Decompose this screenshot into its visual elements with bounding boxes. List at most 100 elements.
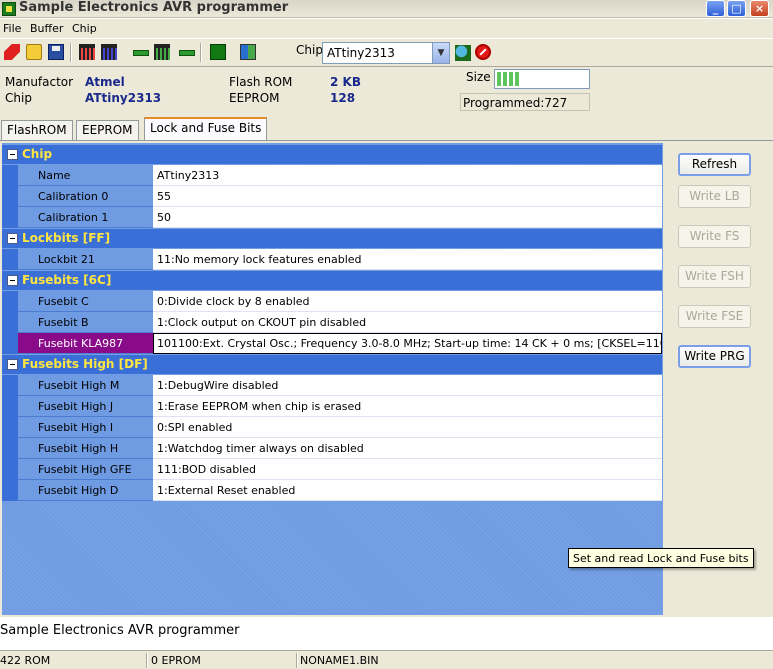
group-header-fusebits-high[interactable]: Fusebits High [DF] xyxy=(2,355,662,374)
app-icon xyxy=(2,2,16,16)
status-rom: 422 ROM xyxy=(0,654,51,667)
write-fse-button[interactable]: Write FSE xyxy=(678,305,751,328)
status-file: NONAME1.BIN xyxy=(300,654,379,667)
window-title: Sample Electronics AVR programmer xyxy=(19,0,289,15)
chip-label: Chip xyxy=(5,91,32,105)
group-title: Fusebits [6C] xyxy=(22,273,112,287)
eeprom-value: 128 xyxy=(330,91,356,105)
table-row[interactable]: Lockbit 21 11:No memory lock features en… xyxy=(2,249,662,270)
title-bar[interactable]: Sample Electronics AVR programmer _ □ × xyxy=(0,0,773,18)
write-prg-button[interactable]: Write PRG xyxy=(678,345,751,368)
table-row[interactable]: Fusebit C 0:Divide clock by 8 enabled xyxy=(2,291,662,312)
table-row[interactable]: Fusebit B 1:Clock output on CKOUT pin di… xyxy=(2,312,662,333)
eeprom-label: EEPROM xyxy=(229,91,280,105)
size-progress-bar xyxy=(494,69,590,89)
book-icon[interactable] xyxy=(240,44,256,60)
table-row[interactable]: Calibration 0 55 xyxy=(2,186,662,207)
row-value[interactable]: 1:Erase EEPROM when chip is erased xyxy=(153,396,662,417)
row-name: Lockbit 21 xyxy=(18,249,153,270)
menu-file[interactable]: File xyxy=(3,22,21,35)
small-chip-icon[interactable] xyxy=(133,50,149,56)
table-row[interactable]: Fusebit High I 0:SPI enabled xyxy=(2,417,662,438)
read-chip-icon[interactable] xyxy=(79,44,95,60)
row-value[interactable]: 55 xyxy=(153,186,662,207)
write-lb-button[interactable]: Write LB xyxy=(678,185,751,208)
group-header-lockbits[interactable]: Lockbits [FF] xyxy=(2,229,662,248)
collapse-icon[interactable] xyxy=(7,233,18,244)
row-value[interactable]: 0:SPI enabled xyxy=(153,417,662,438)
row-name: Fusebit B xyxy=(18,312,153,333)
maximize-button[interactable]: □ xyxy=(727,0,746,17)
group-header-chip[interactable]: Chip xyxy=(2,145,662,164)
manufactor-label: Manufactor xyxy=(5,75,74,89)
programmed-count: Programmed:727 xyxy=(460,93,590,111)
group-title: Lockbits [FF] xyxy=(22,231,111,245)
write-chip-icon[interactable] xyxy=(101,44,117,60)
flash-rom-value: 2 KB xyxy=(330,75,361,89)
probe-icon[interactable] xyxy=(455,45,471,61)
row-value[interactable]: 1:External Reset enabled xyxy=(153,480,662,501)
row-value[interactable]: 101100:Ext. Crystal Osc.; Frequency 3.0-… xyxy=(153,333,662,354)
close-button[interactable]: × xyxy=(750,0,769,17)
table-row[interactable]: Calibration 1 50 xyxy=(2,207,662,228)
table-row-selected[interactable]: Fusebit KLA987 101100:Ext. Crystal Osc.;… xyxy=(2,333,662,354)
row-name: Fusebit C xyxy=(18,291,153,312)
table-row[interactable]: Fusebit High J 1:Erase EEPROM when chip … xyxy=(2,396,662,417)
collapse-icon[interactable] xyxy=(7,275,18,286)
row-value[interactable]: 1:DebugWire disabled xyxy=(153,375,662,396)
collapse-icon[interactable] xyxy=(7,149,18,160)
menu-chip[interactable]: Chip xyxy=(72,22,97,35)
row-name: Fusebit High D xyxy=(18,480,153,501)
row-value[interactable]: 111:BOD disabled xyxy=(153,459,662,480)
table-row[interactable]: Fusebit High D 1:External Reset enabled xyxy=(2,480,662,501)
tab-bar: FlashROM EEPROM Lock and Fuse Bits xyxy=(0,117,773,140)
group-title: Fusebits High [DF] xyxy=(22,357,148,371)
status-eprom: 0 EPROM xyxy=(151,654,201,667)
row-value[interactable]: 0:Divide clock by 8 enabled xyxy=(153,291,662,312)
row-name: Fusebit High I xyxy=(18,417,153,438)
status-bar: 422 ROM 0 EPROM NONAME1.BIN xyxy=(0,650,773,669)
row-value[interactable]: 50 xyxy=(153,207,662,228)
toolbar-separator xyxy=(70,43,72,62)
group-header-fusebits[interactable]: Fusebits [6C] xyxy=(2,271,662,290)
chevron-down-icon[interactable]: ▼ xyxy=(432,43,449,63)
row-name: Fusebit High J xyxy=(18,396,153,417)
status-message: Sample Electronics AVR programmer xyxy=(0,623,240,638)
refresh-button[interactable]: Refresh xyxy=(678,153,751,176)
toolbar-separator xyxy=(200,43,202,62)
menu-buffer[interactable]: Buffer xyxy=(30,22,63,35)
tab-eeprom[interactable]: EEPROM xyxy=(76,120,139,140)
row-name: Calibration 1 xyxy=(18,207,153,228)
row-value[interactable]: 1:Clock output on CKOUT pin disabled xyxy=(153,312,662,333)
minimize-button[interactable]: _ xyxy=(706,0,725,17)
stop-icon[interactable] xyxy=(475,44,491,60)
write-fs-button[interactable]: Write FS xyxy=(678,225,751,248)
row-name: Fusebit KLA987 xyxy=(18,333,153,354)
table-row[interactable]: Fusebit High H 1:Watchdog timer always o… xyxy=(2,438,662,459)
row-value[interactable]: 11:No memory lock features enabled xyxy=(153,249,662,270)
table-row[interactable]: Fusebit High M 1:DebugWire disabled xyxy=(2,375,662,396)
table-row[interactable]: Fusebit High GFE 111:BOD disabled xyxy=(2,459,662,480)
tab-lock-fuse-bits[interactable]: Lock and Fuse Bits xyxy=(144,117,268,140)
tab-flashrom[interactable]: FlashROM xyxy=(1,120,73,140)
tooltip: Set and read Lock and Fuse bits xyxy=(568,548,754,568)
write-fsh-button[interactable]: Write FSH xyxy=(678,265,751,288)
row-name: Fusebit High GFE xyxy=(18,459,153,480)
open-folder-icon[interactable] xyxy=(26,44,42,60)
group-title: Chip xyxy=(22,147,53,161)
row-name: Calibration 0 xyxy=(18,186,153,207)
table-row[interactable]: Name ATtiny2313 xyxy=(2,165,662,186)
chip-select-value: ATtiny2313 xyxy=(327,46,395,60)
row-value[interactable]: ATtiny2313 xyxy=(153,165,662,186)
row-value[interactable]: 1:Watchdog timer always on disabled xyxy=(153,438,662,459)
save-icon[interactable] xyxy=(48,44,64,60)
size-label: Size xyxy=(466,70,491,84)
green-chip-icon[interactable] xyxy=(210,44,226,60)
collapse-icon[interactable] xyxy=(7,359,18,370)
chip-select[interactable]: ATtiny2313 ▼ xyxy=(322,42,450,64)
row-name: Fusebit High M xyxy=(18,375,153,396)
erase-chip-icon[interactable] xyxy=(179,50,195,56)
eraser-icon[interactable] xyxy=(4,44,20,60)
verify-chip-icon[interactable] xyxy=(154,44,170,60)
menu-bar: File Buffer Chip xyxy=(0,19,773,38)
